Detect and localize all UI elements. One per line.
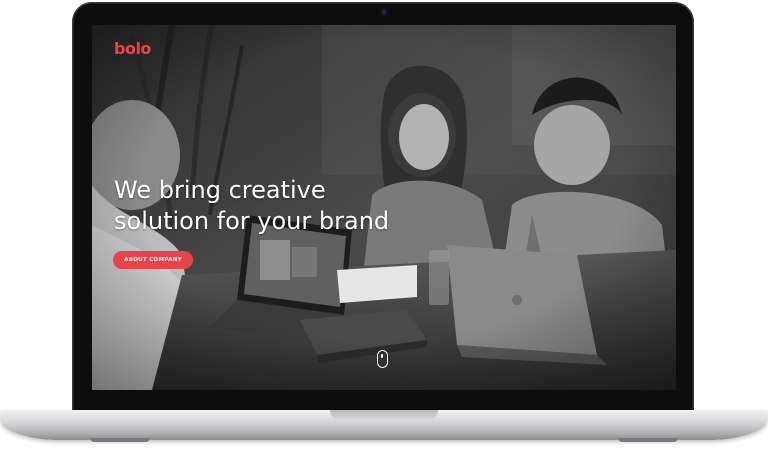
- webcam-icon: [380, 8, 388, 16]
- laptop-screen: bolo We bring creative solution for your…: [92, 25, 676, 390]
- hero-headline: We bring creative solution for your bran…: [114, 175, 474, 237]
- about-company-button[interactable]: ABOUT COMPANY: [113, 251, 193, 269]
- laptop-foot-right: [618, 438, 678, 442]
- hero-headline-line-2: solution for your brand: [114, 207, 390, 235]
- laptop-mockup: bolo We bring creative solution for your…: [0, 0, 768, 459]
- laptop-opening-notch: [330, 410, 438, 419]
- mouse-scroll-icon[interactable]: [377, 350, 388, 368]
- hero-headline-line-1: We bring creative: [114, 176, 326, 204]
- laptop-foot-left: [90, 438, 150, 442]
- site-logo[interactable]: bolo: [114, 39, 151, 58]
